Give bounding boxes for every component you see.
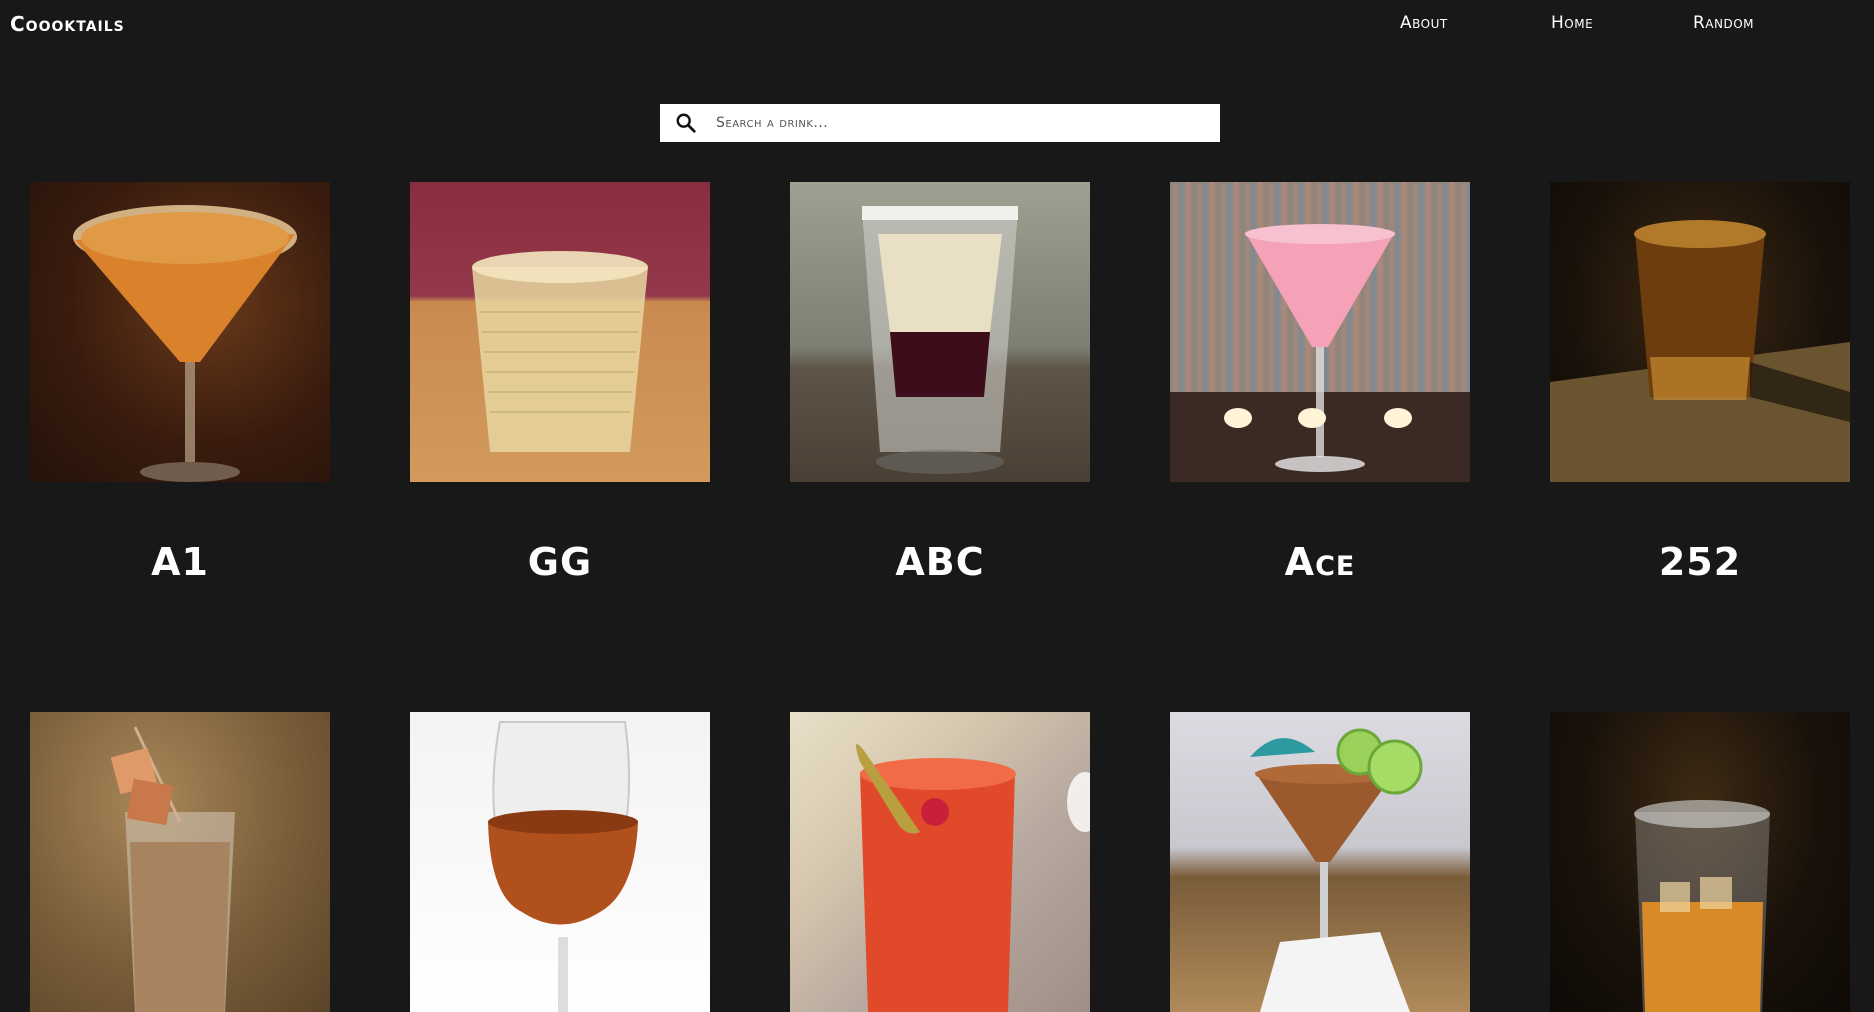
drink-card[interactable]: 252 xyxy=(1550,182,1850,584)
drink-card[interactable]: Ace xyxy=(1170,182,1470,584)
drink-image[interactable] xyxy=(30,712,330,1012)
drink-name[interactable]: GG xyxy=(410,540,710,584)
search-bar xyxy=(660,104,1220,142)
drink-card[interactable] xyxy=(30,712,330,1012)
nav-home-link[interactable]: Home xyxy=(1551,13,1593,33)
drink-card[interactable] xyxy=(790,712,1090,1012)
drink-card[interactable]: ABC xyxy=(790,182,1090,584)
drink-image[interactable] xyxy=(1550,712,1850,1012)
nav-about-link[interactable]: About xyxy=(1400,13,1448,33)
drink-name[interactable]: 252 xyxy=(1550,540,1850,584)
drink-name[interactable]: ABC xyxy=(790,540,1090,584)
drink-card[interactable] xyxy=(410,712,710,1012)
drink-image[interactable] xyxy=(410,712,710,1012)
brand-logo[interactable]: Coooktails xyxy=(10,12,125,36)
search-input[interactable] xyxy=(706,104,1220,142)
drink-image[interactable] xyxy=(1170,712,1470,1012)
nav-random-link[interactable]: Random xyxy=(1693,13,1754,33)
drink-image[interactable] xyxy=(410,182,710,482)
drink-card[interactable]: A1 xyxy=(30,182,330,584)
drink-name[interactable]: A1 xyxy=(30,540,330,584)
drink-card[interactable]: GG xyxy=(410,182,710,584)
navbar: Coooktails About Home Random xyxy=(0,0,1874,50)
drink-card[interactable] xyxy=(1550,712,1850,1012)
drink-image[interactable] xyxy=(1170,182,1470,482)
drink-image[interactable] xyxy=(790,182,1090,482)
drink-card[interactable] xyxy=(1170,712,1470,1012)
drink-image[interactable] xyxy=(790,712,1090,1012)
drink-name[interactable]: Ace xyxy=(1170,540,1470,584)
drink-image[interactable] xyxy=(30,182,330,482)
search-icon[interactable] xyxy=(666,104,706,142)
drink-image[interactable] xyxy=(1550,182,1850,482)
